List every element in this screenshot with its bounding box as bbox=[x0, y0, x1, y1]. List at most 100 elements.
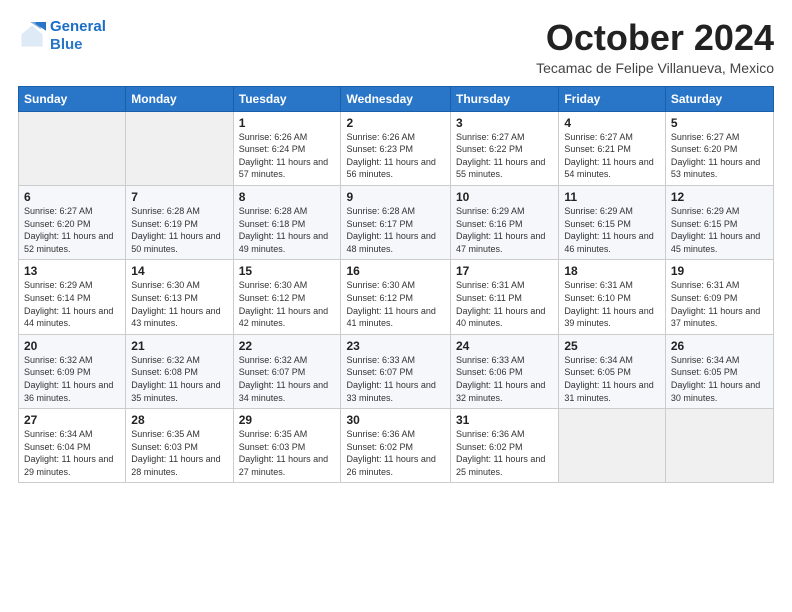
day-number: 6 bbox=[24, 190, 120, 204]
col-header-wednesday: Wednesday bbox=[341, 86, 451, 111]
calendar-cell: 23Sunrise: 6:33 AM Sunset: 6:07 PM Dayli… bbox=[341, 334, 451, 408]
calendar-week-3: 13Sunrise: 6:29 AM Sunset: 6:14 PM Dayli… bbox=[19, 260, 774, 334]
col-header-sunday: Sunday bbox=[19, 86, 126, 111]
day-info: Sunrise: 6:30 AM Sunset: 6:13 PM Dayligh… bbox=[131, 279, 227, 329]
day-number: 27 bbox=[24, 413, 120, 427]
calendar-cell: 25Sunrise: 6:34 AM Sunset: 6:05 PM Dayli… bbox=[559, 334, 666, 408]
calendar-cell: 21Sunrise: 6:32 AM Sunset: 6:08 PM Dayli… bbox=[126, 334, 233, 408]
calendar-cell: 20Sunrise: 6:32 AM Sunset: 6:09 PM Dayli… bbox=[19, 334, 126, 408]
day-number: 14 bbox=[131, 264, 227, 278]
col-header-monday: Monday bbox=[126, 86, 233, 111]
calendar-cell: 5Sunrise: 6:27 AM Sunset: 6:20 PM Daylig… bbox=[665, 111, 773, 185]
calendar-cell: 30Sunrise: 6:36 AM Sunset: 6:02 PM Dayli… bbox=[341, 409, 451, 483]
calendar-cell: 24Sunrise: 6:33 AM Sunset: 6:06 PM Dayli… bbox=[451, 334, 559, 408]
logo-line2: Blue bbox=[50, 36, 83, 53]
day-number: 11 bbox=[564, 190, 660, 204]
col-header-thursday: Thursday bbox=[451, 86, 559, 111]
calendar-week-1: 1Sunrise: 6:26 AM Sunset: 6:24 PM Daylig… bbox=[19, 111, 774, 185]
calendar-cell: 15Sunrise: 6:30 AM Sunset: 6:12 PM Dayli… bbox=[233, 260, 341, 334]
day-info: Sunrise: 6:35 AM Sunset: 6:03 PM Dayligh… bbox=[131, 428, 227, 478]
day-number: 21 bbox=[131, 339, 227, 353]
day-number: 5 bbox=[671, 116, 768, 130]
day-number: 16 bbox=[346, 264, 445, 278]
calendar-week-2: 6Sunrise: 6:27 AM Sunset: 6:20 PM Daylig… bbox=[19, 185, 774, 259]
calendar-cell bbox=[665, 409, 773, 483]
calendar-cell: 28Sunrise: 6:35 AM Sunset: 6:03 PM Dayli… bbox=[126, 409, 233, 483]
calendar-cell: 16Sunrise: 6:30 AM Sunset: 6:12 PM Dayli… bbox=[341, 260, 451, 334]
day-number: 15 bbox=[239, 264, 336, 278]
day-info: Sunrise: 6:28 AM Sunset: 6:19 PM Dayligh… bbox=[131, 205, 227, 255]
day-number: 29 bbox=[239, 413, 336, 427]
day-number: 25 bbox=[564, 339, 660, 353]
day-info: Sunrise: 6:34 AM Sunset: 6:05 PM Dayligh… bbox=[671, 354, 768, 404]
day-number: 9 bbox=[346, 190, 445, 204]
day-number: 23 bbox=[346, 339, 445, 353]
day-info: Sunrise: 6:30 AM Sunset: 6:12 PM Dayligh… bbox=[346, 279, 445, 329]
calendar-cell: 10Sunrise: 6:29 AM Sunset: 6:16 PM Dayli… bbox=[451, 185, 559, 259]
logo-text: General Blue bbox=[50, 18, 106, 54]
day-number: 31 bbox=[456, 413, 553, 427]
calendar-week-4: 20Sunrise: 6:32 AM Sunset: 6:09 PM Dayli… bbox=[19, 334, 774, 408]
day-info: Sunrise: 6:29 AM Sunset: 6:15 PM Dayligh… bbox=[671, 205, 768, 255]
calendar-cell bbox=[19, 111, 126, 185]
day-number: 24 bbox=[456, 339, 553, 353]
day-info: Sunrise: 6:29 AM Sunset: 6:16 PM Dayligh… bbox=[456, 205, 553, 255]
col-header-saturday: Saturday bbox=[665, 86, 773, 111]
calendar-header-row: SundayMondayTuesdayWednesdayThursdayFrid… bbox=[19, 86, 774, 111]
calendar-cell: 3Sunrise: 6:27 AM Sunset: 6:22 PM Daylig… bbox=[451, 111, 559, 185]
col-header-tuesday: Tuesday bbox=[233, 86, 341, 111]
day-info: Sunrise: 6:28 AM Sunset: 6:18 PM Dayligh… bbox=[239, 205, 336, 255]
day-info: Sunrise: 6:32 AM Sunset: 6:07 PM Dayligh… bbox=[239, 354, 336, 404]
day-info: Sunrise: 6:27 AM Sunset: 6:22 PM Dayligh… bbox=[456, 131, 553, 181]
day-info: Sunrise: 6:36 AM Sunset: 6:02 PM Dayligh… bbox=[346, 428, 445, 478]
calendar-cell: 22Sunrise: 6:32 AM Sunset: 6:07 PM Dayli… bbox=[233, 334, 341, 408]
day-info: Sunrise: 6:30 AM Sunset: 6:12 PM Dayligh… bbox=[239, 279, 336, 329]
day-info: Sunrise: 6:36 AM Sunset: 6:02 PM Dayligh… bbox=[456, 428, 553, 478]
day-info: Sunrise: 6:31 AM Sunset: 6:11 PM Dayligh… bbox=[456, 279, 553, 329]
col-header-friday: Friday bbox=[559, 86, 666, 111]
day-info: Sunrise: 6:35 AM Sunset: 6:03 PM Dayligh… bbox=[239, 428, 336, 478]
calendar-cell bbox=[559, 409, 666, 483]
calendar-cell: 8Sunrise: 6:28 AM Sunset: 6:18 PM Daylig… bbox=[233, 185, 341, 259]
day-info: Sunrise: 6:33 AM Sunset: 6:06 PM Dayligh… bbox=[456, 354, 553, 404]
logo: General Blue bbox=[18, 18, 106, 54]
day-info: Sunrise: 6:32 AM Sunset: 6:09 PM Dayligh… bbox=[24, 354, 120, 404]
calendar-cell: 18Sunrise: 6:31 AM Sunset: 6:10 PM Dayli… bbox=[559, 260, 666, 334]
day-info: Sunrise: 6:34 AM Sunset: 6:04 PM Dayligh… bbox=[24, 428, 120, 478]
day-info: Sunrise: 6:33 AM Sunset: 6:07 PM Dayligh… bbox=[346, 354, 445, 404]
calendar-cell: 6Sunrise: 6:27 AM Sunset: 6:20 PM Daylig… bbox=[19, 185, 126, 259]
title-block: October 2024 Tecamac de Felipe Villanuev… bbox=[536, 18, 774, 76]
calendar-cell: 2Sunrise: 6:26 AM Sunset: 6:23 PM Daylig… bbox=[341, 111, 451, 185]
calendar-cell: 17Sunrise: 6:31 AM Sunset: 6:11 PM Dayli… bbox=[451, 260, 559, 334]
day-number: 10 bbox=[456, 190, 553, 204]
calendar-week-5: 27Sunrise: 6:34 AM Sunset: 6:04 PM Dayli… bbox=[19, 409, 774, 483]
day-number: 12 bbox=[671, 190, 768, 204]
day-info: Sunrise: 6:27 AM Sunset: 6:20 PM Dayligh… bbox=[24, 205, 120, 255]
day-number: 4 bbox=[564, 116, 660, 130]
logo-line1: General bbox=[50, 18, 106, 35]
calendar-cell: 12Sunrise: 6:29 AM Sunset: 6:15 PM Dayli… bbox=[665, 185, 773, 259]
day-info: Sunrise: 6:26 AM Sunset: 6:24 PM Dayligh… bbox=[239, 131, 336, 181]
calendar-cell: 27Sunrise: 6:34 AM Sunset: 6:04 PM Dayli… bbox=[19, 409, 126, 483]
day-info: Sunrise: 6:29 AM Sunset: 6:15 PM Dayligh… bbox=[564, 205, 660, 255]
day-number: 20 bbox=[24, 339, 120, 353]
day-number: 7 bbox=[131, 190, 227, 204]
calendar-cell: 4Sunrise: 6:27 AM Sunset: 6:21 PM Daylig… bbox=[559, 111, 666, 185]
day-number: 1 bbox=[239, 116, 336, 130]
calendar-cell: 7Sunrise: 6:28 AM Sunset: 6:19 PM Daylig… bbox=[126, 185, 233, 259]
calendar-cell: 26Sunrise: 6:34 AM Sunset: 6:05 PM Dayli… bbox=[665, 334, 773, 408]
generalblue-logo-icon bbox=[18, 22, 46, 50]
calendar-cell: 19Sunrise: 6:31 AM Sunset: 6:09 PM Dayli… bbox=[665, 260, 773, 334]
day-number: 22 bbox=[239, 339, 336, 353]
day-number: 17 bbox=[456, 264, 553, 278]
day-number: 2 bbox=[346, 116, 445, 130]
header: General Blue October 2024 Tecamac de Fel… bbox=[18, 18, 774, 76]
day-number: 18 bbox=[564, 264, 660, 278]
calendar-cell: 1Sunrise: 6:26 AM Sunset: 6:24 PM Daylig… bbox=[233, 111, 341, 185]
day-number: 8 bbox=[239, 190, 336, 204]
day-number: 19 bbox=[671, 264, 768, 278]
day-info: Sunrise: 6:31 AM Sunset: 6:10 PM Dayligh… bbox=[564, 279, 660, 329]
calendar-table: SundayMondayTuesdayWednesdayThursdayFrid… bbox=[18, 86, 774, 484]
month-title: October 2024 bbox=[536, 18, 774, 58]
day-info: Sunrise: 6:26 AM Sunset: 6:23 PM Dayligh… bbox=[346, 131, 445, 181]
